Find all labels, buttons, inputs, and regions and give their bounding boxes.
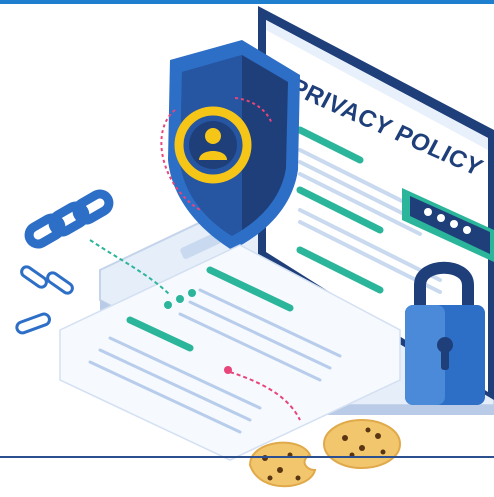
- privacy-illustration: PRIVACY POLICY: [15, 6, 494, 488]
- bottom-divider: [0, 456, 494, 458]
- chain-link-icon: [24, 189, 114, 249]
- paperclip-icon: [15, 265, 74, 335]
